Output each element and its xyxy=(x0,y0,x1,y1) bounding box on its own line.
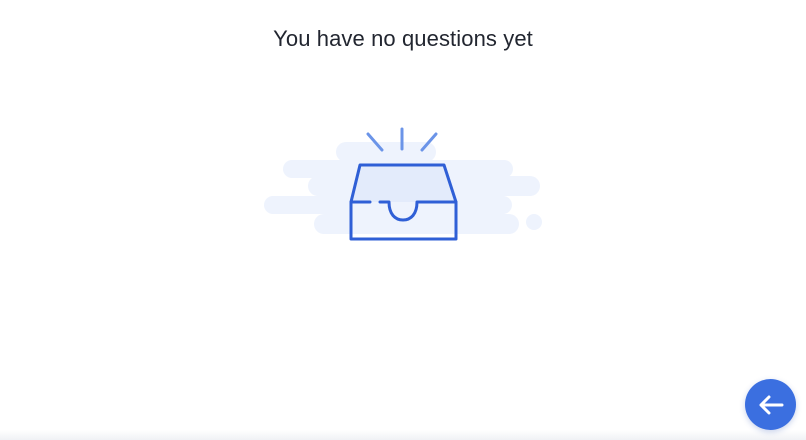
arrow-left-icon xyxy=(759,395,783,414)
empty-inbox-tray-icon xyxy=(264,127,542,241)
back-button[interactable] xyxy=(745,379,796,430)
empty-state-title: You have no questions yet xyxy=(273,26,533,51)
empty-inbox-illustration xyxy=(258,120,548,250)
bottom-shadow xyxy=(0,430,806,440)
sparkle-lines xyxy=(366,127,438,152)
empty-state-screen: You have no questions yet xyxy=(0,0,806,440)
